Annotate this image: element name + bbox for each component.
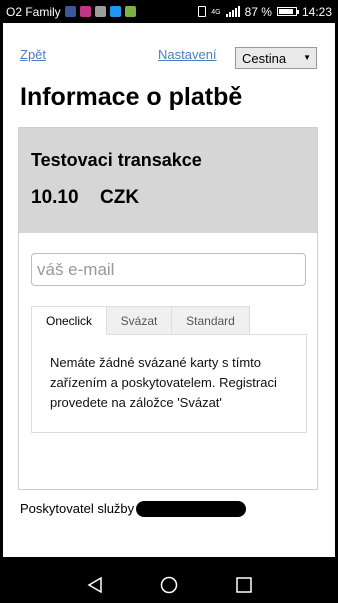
android-nav-bar — [0, 567, 338, 603]
signal-icon — [225, 6, 240, 17]
back-icon[interactable] — [86, 576, 104, 594]
language-select-value: Cestina — [242, 51, 287, 66]
battery-fill — [278, 9, 293, 14]
no-cards-message: Nemáte žádné svázané karty s tímto zaříz… — [50, 355, 277, 410]
tab-oneclick[interactable]: Oneclick — [31, 306, 107, 335]
payment-page: Zpět Nastavení Cestina ▼ Informace o pla… — [3, 23, 335, 557]
carrier-name: O2 Family — [6, 4, 61, 19]
battery-icon — [276, 7, 299, 16]
vibrate-icon — [198, 6, 207, 17]
transaction-currency: CZK — [100, 187, 140, 208]
battery-percent: 87 % — [244, 4, 272, 19]
network-type: 4G — [211, 8, 221, 16]
skype-icon — [109, 6, 121, 17]
tab-panel-oneclick: Nemáte žádné svázané karty s tímto zaříz… — [31, 334, 307, 433]
page-title: Informace o platbě — [20, 83, 243, 111]
transaction-name: Testovaci transakce — [31, 150, 202, 170]
status-bar-left: O2 Family — [6, 5, 136, 19]
clock: 14:23 — [301, 4, 332, 19]
status-bar-right: 4G 87 % 14:23 — [198, 5, 332, 19]
transaction-amount: 10.10 — [31, 187, 79, 208]
transaction-header: Testovaci transakce 10.10 CZK — [19, 128, 317, 233]
facebook-icon — [64, 6, 76, 17]
payment-card: Testovaci transakce 10.10 CZK Oneclick S… — [18, 127, 318, 490]
provider-label: Poskytovatel služby — [20, 501, 135, 516]
home-icon[interactable] — [160, 576, 178, 594]
back-link[interactable]: Zpět — [20, 47, 46, 62]
settings-link[interactable]: Nastavení — [158, 47, 217, 62]
status-bar: O2 Family 4G 87 % 14:23 — [0, 0, 338, 23]
mail-icon — [94, 6, 106, 17]
instagram-icon — [79, 6, 91, 17]
email-field[interactable] — [31, 253, 306, 286]
play-icon — [124, 6, 136, 17]
tab-svazat[interactable]: Svázat — [106, 306, 172, 335]
recents-icon[interactable] — [235, 576, 253, 594]
language-select[interactable]: Cestina ▼ — [235, 47, 317, 69]
tab-standard[interactable]: Standard — [171, 306, 250, 335]
redacted-provider-name — [136, 501, 246, 517]
dropdown-arrow-icon: ▼ — [303, 53, 311, 62]
